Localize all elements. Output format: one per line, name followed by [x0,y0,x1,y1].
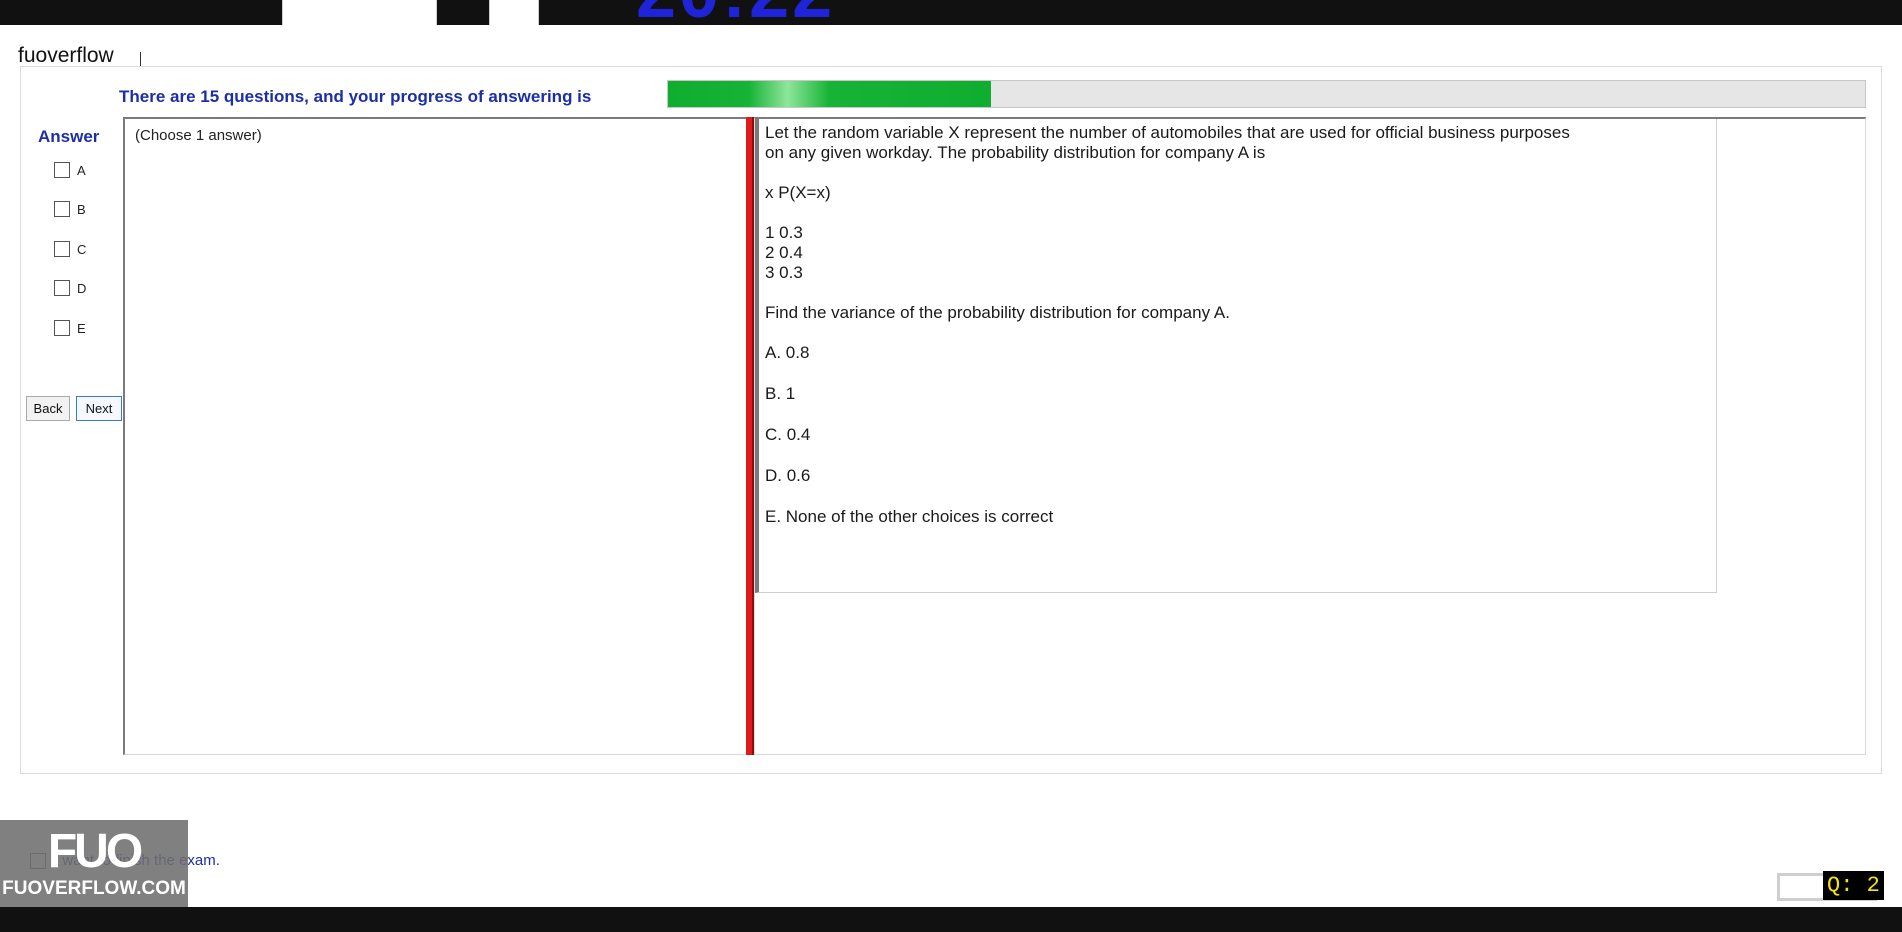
question-intro-line: Let the random variable X represent the … [765,123,1570,142]
top-small-field[interactable] [489,0,539,25]
choice-b: B. 1 [765,384,796,403]
answer-option-label: B [77,201,86,217]
checkbox-b[interactable] [54,201,70,217]
progress-label: There are 15 questions, and your progres… [119,87,592,106]
checkbox-d[interactable] [54,280,70,296]
question-panel: Let the random variable X represent the … [754,117,1866,755]
answer-option-label: E [77,320,86,336]
answer-option-label: A [77,162,86,178]
answer-option-d[interactable]: D [54,280,86,296]
back-button[interactable]: Back [26,396,70,421]
answer-option-label: C [77,241,87,257]
progress-bar-fill [668,81,992,107]
top-select-field[interactable] [282,0,437,25]
choice-d: D. 0.6 [765,466,811,485]
choice-e: E. None of the other choices is correct [765,507,1054,526]
exam-timer: 20:22 [636,0,835,25]
answer-option-a[interactable]: A [54,162,86,178]
progress-bar [667,80,1866,108]
panel-splitter[interactable] [746,117,754,755]
question-content-box: Let the random variable X represent the … [755,119,1717,593]
answer-option-c[interactable]: C [54,241,86,257]
logo-text: FUOVERFLOW.COM [2,878,186,899]
brand-label: fuoverflow [18,44,114,67]
choice-a: A. 0.8 [765,343,810,362]
question-indicator: Q: 2 [1823,871,1884,900]
checkbox-e[interactable] [54,320,70,336]
checkbox-a[interactable] [54,162,70,178]
distribution-row: 3 0.3 [765,263,803,282]
top-bar: 20:22 [0,0,1902,25]
question-text: Let the random variable X represent the … [765,123,1705,527]
answer-option-b[interactable]: B [54,201,86,217]
checkbox-c[interactable] [54,241,70,257]
question-prompt: Find the variance of the probability dis… [765,303,1230,322]
answer-option-e[interactable]: E [54,320,86,336]
distribution-row: 1 0.3 [765,223,803,242]
watermark-logo: FUO FUOVERFLOW.COM [0,820,188,907]
answer-option-label: D [77,280,87,296]
distribution-table-header: x P(X=x) [765,183,831,202]
logo-mark: FUO [47,825,143,878]
answer-instruction-panel: (Choose 1 answer) [123,117,750,755]
choice-c: C. 0.4 [765,425,811,444]
distribution-row: 2 0.4 [765,243,803,262]
choose-instruction: (Choose 1 answer) [135,127,262,144]
next-button[interactable]: Next [76,396,122,421]
answer-heading: Answer [38,127,100,146]
bottom-bar [0,907,1902,932]
question-intro-line: on any given workday. The probability di… [765,143,1266,162]
